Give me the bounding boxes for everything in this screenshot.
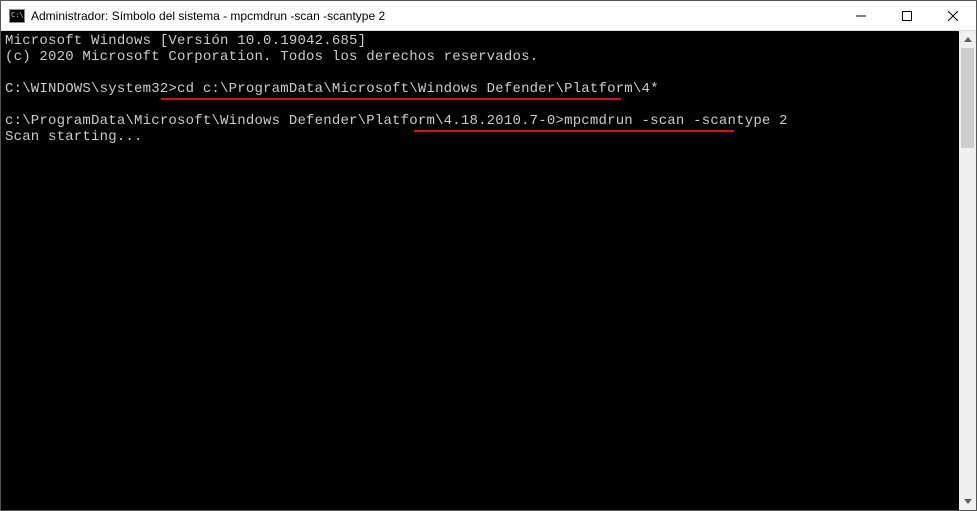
maximize-button[interactable] [884, 1, 930, 30]
vertical-scrollbar[interactable] [959, 31, 976, 510]
terminal-output[interactable]: Microsoft Windows [Versión 10.0.19042.68… [1, 31, 959, 510]
window-controls [838, 1, 976, 30]
cmd-icon [9, 9, 25, 23]
command-prompt-window: Administrador: Símbolo del sistema - mpc… [0, 0, 977, 511]
prompt-line: C:\WINDOWS\system32>cd c:\ProgramData\Mi… [5, 81, 659, 97]
prompt-path: C:\WINDOWS\system32> [5, 81, 177, 97]
output-line: Microsoft Windows [Versión 10.0.19042.68… [5, 33, 366, 49]
scrollbar-thumb[interactable] [961, 48, 974, 148]
client-area: Microsoft Windows [Versión 10.0.19042.68… [1, 31, 976, 510]
chevron-up-icon [964, 37, 972, 42]
prompt-version: 4.18.2010.7-0> [444, 113, 564, 129]
chevron-down-icon [964, 499, 972, 504]
scroll-down-button[interactable] [959, 493, 976, 510]
scrollbar-track[interactable] [959, 48, 976, 493]
command-text: cd c:\ProgramData\Microsoft\Windows Defe… [177, 81, 659, 97]
titlebar[interactable]: Administrador: Símbolo del sistema - mpc… [1, 1, 976, 31]
close-button[interactable] [930, 1, 976, 30]
output-line: Scan starting... [5, 129, 143, 145]
scroll-up-button[interactable] [959, 31, 976, 48]
command-text: mpcmdrun -scan -scantype 2 [564, 113, 788, 129]
close-icon [948, 11, 958, 21]
maximize-icon [902, 11, 912, 21]
minimize-button[interactable] [838, 1, 884, 30]
prompt-line: c:\ProgramData\Microsoft\Windows Defende… [5, 113, 788, 129]
prompt-path: c:\ProgramData\Microsoft\Windows Defende… [5, 113, 444, 129]
minimize-icon [856, 11, 866, 21]
output-line: (c) 2020 Microsoft Corporation. Todos lo… [5, 49, 538, 65]
window-title: Administrador: Símbolo del sistema - mpc… [31, 9, 838, 23]
highlight-underline [414, 130, 734, 132]
highlight-underline [161, 98, 621, 100]
